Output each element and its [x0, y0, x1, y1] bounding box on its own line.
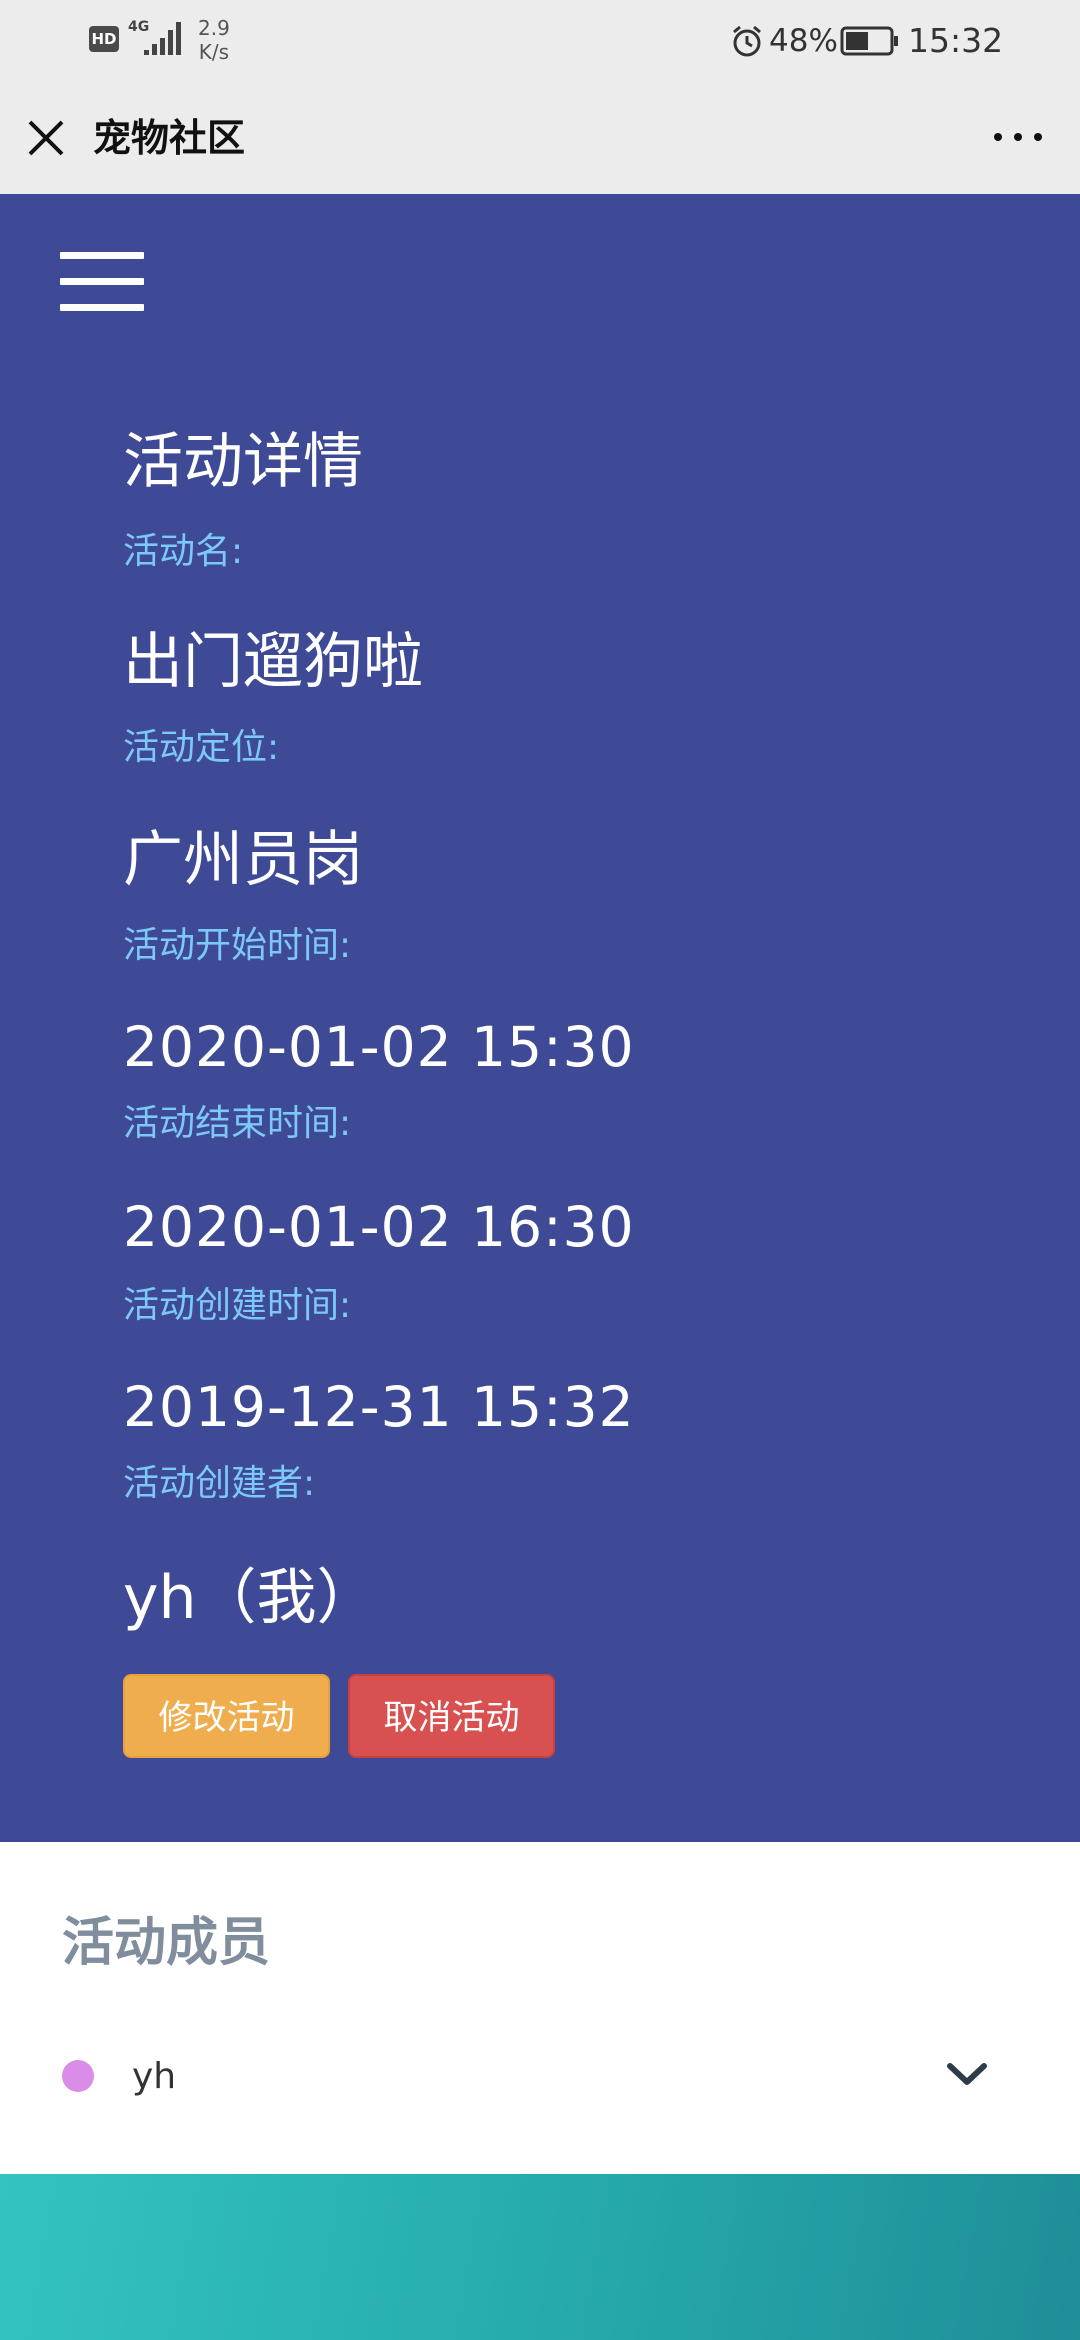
member-name: yh: [132, 2056, 177, 2097]
created-time-label: 活动创建时间:: [123, 1285, 352, 1326]
section-heading: 活动详情: [123, 427, 363, 497]
end-time-label: 活动结束时间:: [123, 1103, 352, 1144]
clock: 15:32: [908, 21, 1004, 60]
start-time-label: 活动开始时间:: [123, 925, 352, 966]
activity-location-label: 活动定位:: [123, 727, 280, 768]
signal-icon: [144, 22, 181, 55]
activity-location: 广州员岗: [123, 825, 363, 895]
battery-icon: [840, 26, 898, 56]
footer-band: [0, 2174, 1080, 2340]
page-title: 宠物社区: [93, 116, 246, 160]
close-icon[interactable]: [26, 118, 66, 158]
alarm-icon: [733, 25, 761, 57]
hamburger-menu-icon[interactable]: [60, 252, 144, 312]
chevron-down-icon[interactable]: [946, 2060, 988, 2088]
title-bar: 宠物社区: [0, 82, 1080, 194]
activity-name: 出门遛狗啦: [123, 627, 423, 697]
more-icon[interactable]: [988, 122, 1048, 152]
members-title: 活动成员: [62, 1913, 271, 1973]
start-time: 2020-01-02 15:30: [123, 1015, 635, 1079]
list-item[interactable]: yh: [0, 2040, 1080, 2116]
created-time: 2019-12-31 15:32: [123, 1375, 635, 1439]
speed-unit: K/s: [198, 40, 230, 64]
activity-detail-panel: 活动详情 活动名: 出门遛狗啦 活动定位: 广州员岗 活动开始时间: 2020-…: [0, 194, 1080, 1842]
speed-value: 2.9: [198, 16, 230, 40]
activity-name-label: 活动名:: [123, 531, 244, 572]
network-speed: 2.9 K/s: [198, 16, 230, 64]
status-bar: HD 4G 2.9 K/s 48% 15:32: [0, 0, 1080, 82]
edit-activity-button[interactable]: 修改活动: [123, 1674, 330, 1758]
member-status-dot: [62, 2060, 94, 2092]
hd-badge: HD: [89, 26, 119, 52]
end-time: 2020-01-02 16:30: [123, 1195, 635, 1259]
cancel-activity-button[interactable]: 取消活动: [348, 1674, 555, 1758]
creator-label: 活动创建者:: [123, 1463, 316, 1504]
members-section: 活动成员 yh: [0, 1842, 1080, 2174]
battery-percent: 48%: [769, 23, 838, 59]
creator: yh（我）: [123, 1563, 377, 1633]
